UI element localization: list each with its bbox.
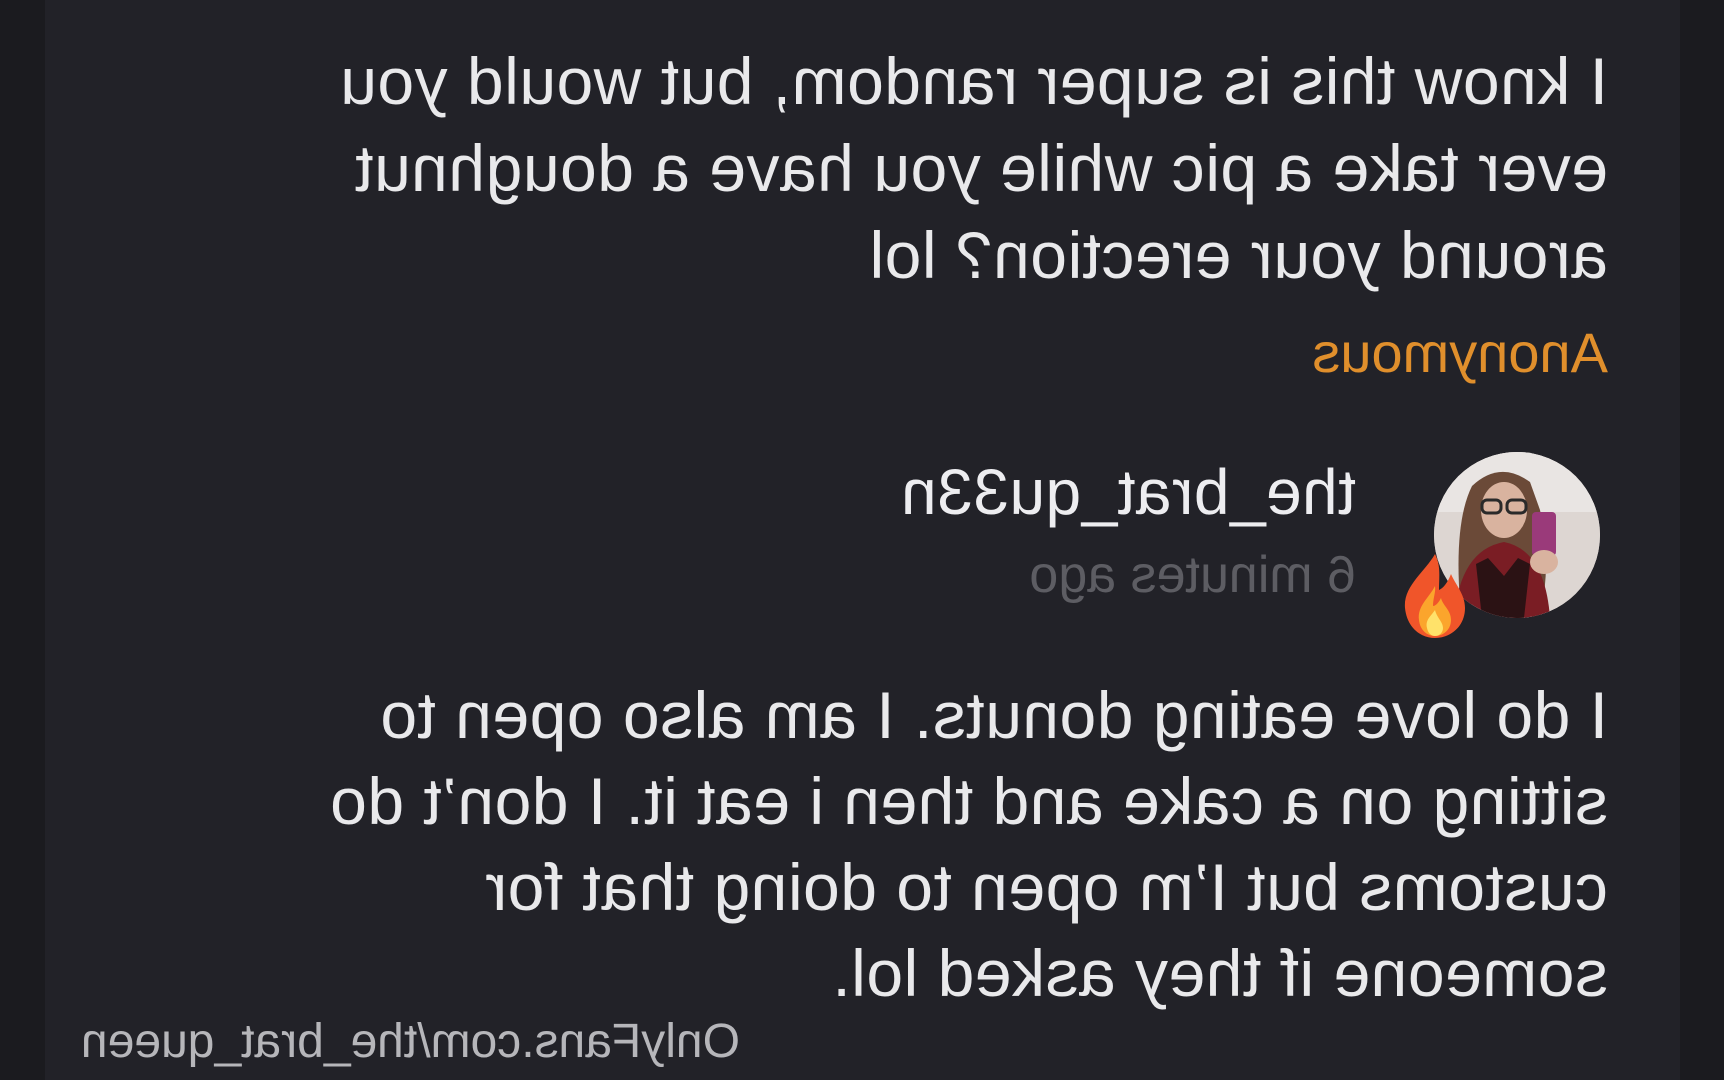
answer-line: customs but I’m open to doing that for bbox=[484, 850, 1608, 924]
fire-emoji-icon bbox=[1404, 554, 1465, 638]
question-line: I know this is super random, but would y… bbox=[339, 44, 1608, 118]
question-line: around your erection? lol bbox=[869, 218, 1608, 292]
asker-name: Anonymous bbox=[1312, 321, 1608, 384]
responder-meta: the_brat_qu33n 6 minutes ago bbox=[901, 452, 1356, 610]
question-text: I know this is super random, but would y… bbox=[208, 38, 1608, 299]
answer-text: I do love eating donuts. I am also open … bbox=[208, 672, 1608, 1016]
answer-line: someone if they asked lol. bbox=[831, 936, 1608, 1010]
responder-avatar-wrap[interactable] bbox=[1404, 452, 1600, 638]
watermark: OnlyFans.com/the_brat_queen bbox=[80, 1015, 740, 1068]
screenshot-stage: I know this is super random, but would y… bbox=[0, 0, 1724, 1080]
answer-timestamp: 6 minutes ago bbox=[1029, 546, 1356, 604]
question-line: ever take a pic while you have a doughnu… bbox=[354, 131, 1608, 205]
answer-line: sitting on a cake and then i eat it. I d… bbox=[329, 764, 1608, 838]
responder-username[interactable]: the_brat_qu33n bbox=[901, 452, 1356, 532]
qa-card: I know this is super random, but would y… bbox=[45, 0, 1680, 1080]
answer-line: I do love eating donuts. I am also open … bbox=[379, 678, 1608, 752]
mirrored-screenshot: I know this is super random, but would y… bbox=[0, 0, 1724, 1080]
